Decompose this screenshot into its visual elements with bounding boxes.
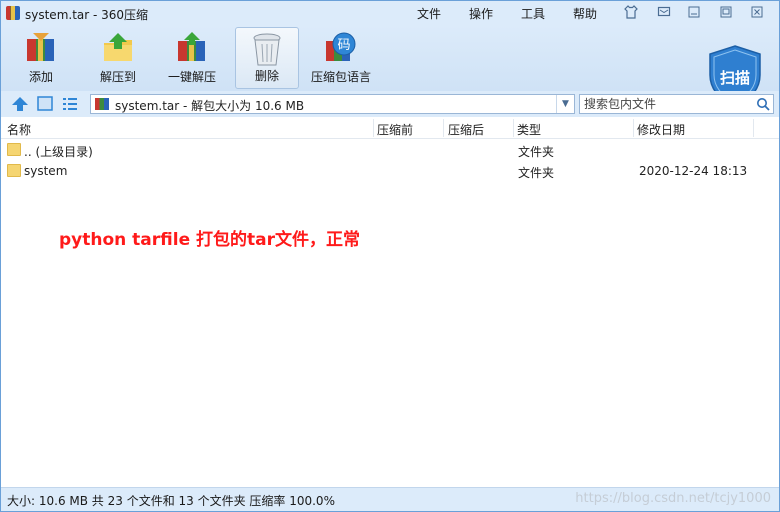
- address-bar[interactable]: system.tar - 解包大小为 10.6 MB ▼: [90, 94, 575, 114]
- up-arrow-icon[interactable]: [11, 96, 29, 115]
- maximize-icon[interactable]: [719, 5, 733, 19]
- menu-tools[interactable]: 工具: [521, 5, 545, 22]
- extract-to-label: 解压到: [99, 70, 136, 84]
- language-badge-text: 码: [337, 38, 350, 53]
- message-icon[interactable]: [657, 5, 671, 19]
- app-window: system.tar - 360压缩 文件 操作 工具 帮助 添加 解压到 一键…: [0, 0, 780, 512]
- column-divider[interactable]: [513, 119, 514, 137]
- window-title: system.tar - 360压缩: [25, 8, 149, 22]
- col-modified[interactable]: 修改日期: [637, 121, 685, 138]
- item-type: 文件夹: [518, 145, 555, 159]
- item-type: 文件夹: [518, 166, 555, 180]
- item-modified: 2020-12-24 18:13: [639, 164, 748, 178]
- col-type[interactable]: 类型: [517, 121, 541, 138]
- thumbnail-view-icon[interactable]: [37, 96, 53, 114]
- col-size-before[interactable]: 压缩前: [377, 121, 413, 138]
- add-button[interactable]: 添加: [15, 27, 67, 89]
- list-view-icon[interactable]: [62, 96, 78, 114]
- extract-to-button[interactable]: 解压到: [91, 27, 145, 89]
- add-archive-icon: [24, 31, 58, 68]
- item-name: system: [24, 164, 68, 178]
- folder-icon: [7, 164, 21, 177]
- list-item[interactable]: .. (上级目录) 文件夹: [1, 140, 779, 161]
- toolbar: 添加 解压到 一键解压 删除 码 压缩包语言 扫描: [1, 25, 779, 109]
- extract-to-icon: [101, 31, 135, 68]
- column-header: 名称 压缩前 压缩后 类型 修改日期: [1, 117, 779, 139]
- item-name: .. (上级目录): [24, 145, 93, 159]
- close-icon[interactable]: [750, 5, 764, 19]
- archive-language-icon: 码: [324, 31, 358, 68]
- search-input[interactable]: [580, 95, 752, 113]
- column-divider[interactable]: [753, 119, 754, 137]
- add-label: 添加: [28, 70, 53, 84]
- one-click-extract-label: 一键解压: [167, 70, 216, 84]
- list-item[interactable]: system 文件夹 2020-12-24 18:13: [1, 161, 779, 182]
- title-bar: system.tar - 360压缩 文件 操作 工具 帮助: [1, 1, 779, 25]
- scan-label: 扫描: [719, 69, 750, 87]
- address-row: system.tar - 解包大小为 10.6 MB ▼: [1, 91, 779, 117]
- address-path: system.tar - 解包大小为 10.6 MB: [115, 99, 305, 113]
- one-click-extract-icon: [175, 31, 209, 68]
- status-bar: 大小: 10.6 MB 共 23 个文件和 13 个文件夹 压缩率 100.0%…: [1, 487, 779, 511]
- column-divider[interactable]: [373, 119, 374, 137]
- col-name[interactable]: 名称: [7, 121, 31, 138]
- status-text: 大小: 10.6 MB 共 23 个文件和 13 个文件夹 压缩率 100.0%: [7, 494, 335, 508]
- column-divider[interactable]: [633, 119, 634, 137]
- delete-trash-icon: [250, 32, 284, 71]
- menu-operation[interactable]: 操作: [469, 5, 493, 22]
- archive-language-button[interactable]: 码 压缩包语言: [309, 27, 373, 89]
- search-icon[interactable]: [756, 97, 770, 114]
- column-divider[interactable]: [443, 119, 444, 137]
- archive-language-label: 压缩包语言: [310, 70, 371, 84]
- minimize-icon[interactable]: [687, 5, 701, 19]
- archive-app-icon: [6, 6, 20, 20]
- delete-label: 删除: [254, 69, 279, 83]
- menu-file[interactable]: 文件: [417, 5, 441, 22]
- col-size-after[interactable]: 压缩后: [448, 121, 484, 138]
- search-box: [579, 94, 774, 114]
- menu-help[interactable]: 帮助: [573, 5, 597, 22]
- delete-button[interactable]: 删除: [235, 27, 299, 89]
- annotation-text: python tarfile 打包的tar文件，正常: [59, 230, 361, 250]
- skin-shirt-icon[interactable]: [624, 5, 638, 19]
- chevron-down-icon[interactable]: ▼: [556, 95, 574, 113]
- watermark: https://blog.csdn.net/tcjy1000: [575, 491, 771, 506]
- archive-file-icon: [95, 98, 109, 110]
- folder-icon: [7, 143, 21, 156]
- one-click-extract-button[interactable]: 一键解压: [163, 27, 221, 89]
